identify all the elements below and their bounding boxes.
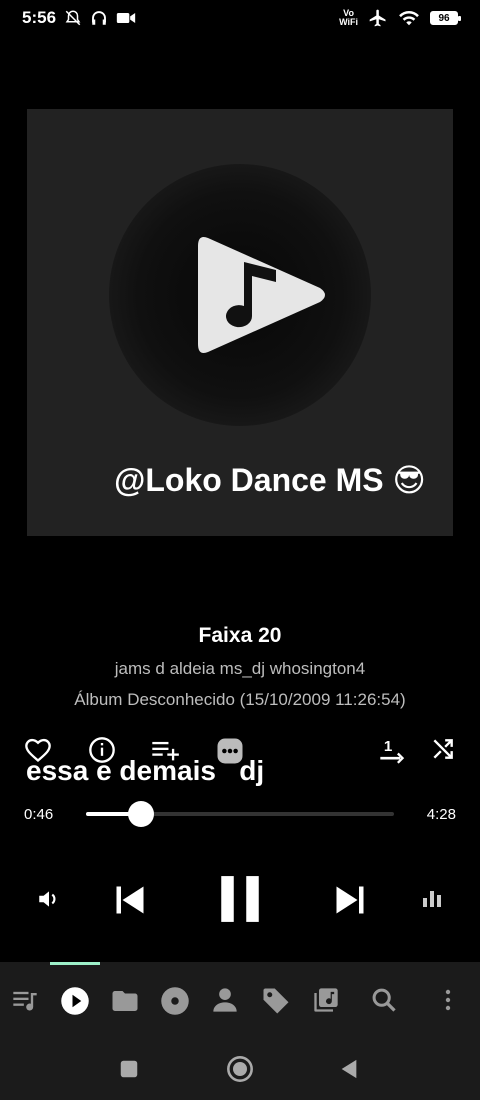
home-button[interactable]	[226, 1055, 254, 1083]
airplane-icon	[369, 9, 386, 27]
seek-bar-thumb[interactable]	[128, 801, 154, 827]
seek-bar[interactable]	[86, 801, 394, 827]
overflow-menu-icon[interactable]	[436, 986, 460, 1014]
album-icon[interactable]	[160, 986, 190, 1016]
repeat-one-icon[interactable]: 1	[378, 736, 406, 764]
clock: 5:56	[22, 8, 57, 27]
track-title: Faixa 20	[198, 624, 282, 647]
battery-indicator: 96	[430, 11, 461, 25]
current-time: 0:46	[24, 806, 54, 823]
playback-controls	[0, 868, 480, 930]
nav-active-indicator	[50, 962, 100, 965]
svg-text:1: 1	[384, 738, 392, 755]
next-icon[interactable]	[332, 882, 368, 918]
video-camera-icon	[116, 13, 136, 23]
folder-icon[interactable]	[110, 986, 140, 1016]
pause-icon[interactable]	[215, 874, 265, 924]
bell-off-icon	[65, 10, 81, 26]
tag-icon[interactable]	[261, 986, 291, 1016]
queue-icon[interactable]	[11, 986, 39, 1014]
status-bar: 5:56 Vo WiFi 96	[0, 0, 480, 36]
recents-button[interactable]	[118, 1058, 140, 1080]
system-navigation	[0, 1038, 480, 1100]
wifi-icon	[399, 10, 419, 26]
now-playing-icon[interactable]	[60, 986, 90, 1016]
bottom-navigation	[0, 962, 480, 1038]
duration: 4:28	[426, 806, 456, 823]
track-artist[interactable]: jams d aldeia ms_dj whosington4	[0, 659, 480, 679]
shuffle-icon[interactable]	[430, 736, 456, 762]
lyric-overlay: essa e demais dj	[26, 755, 265, 786]
track-album[interactable]: Álbum Desconhecido (15/10/2009 11:26:54)	[0, 690, 480, 710]
artist-icon[interactable]	[211, 986, 239, 1014]
previous-icon[interactable]	[112, 882, 148, 918]
album-art-caption: @Loko Dance MS 😎	[114, 462, 426, 498]
back-button[interactable]	[338, 1057, 360, 1081]
vowifi-indicator: Vo WiFi	[339, 8, 358, 27]
headphones-icon	[92, 11, 106, 25]
album-art: @Loko Dance MS 😎	[27, 109, 453, 536]
music-play-logo-icon	[198, 237, 325, 353]
equalizer-icon[interactable]	[420, 886, 444, 910]
progress-row: 0:46 4:28	[0, 800, 480, 828]
playlist-icon[interactable]	[312, 986, 340, 1014]
volume-icon[interactable]	[36, 886, 62, 912]
search-icon[interactable]	[370, 986, 398, 1014]
